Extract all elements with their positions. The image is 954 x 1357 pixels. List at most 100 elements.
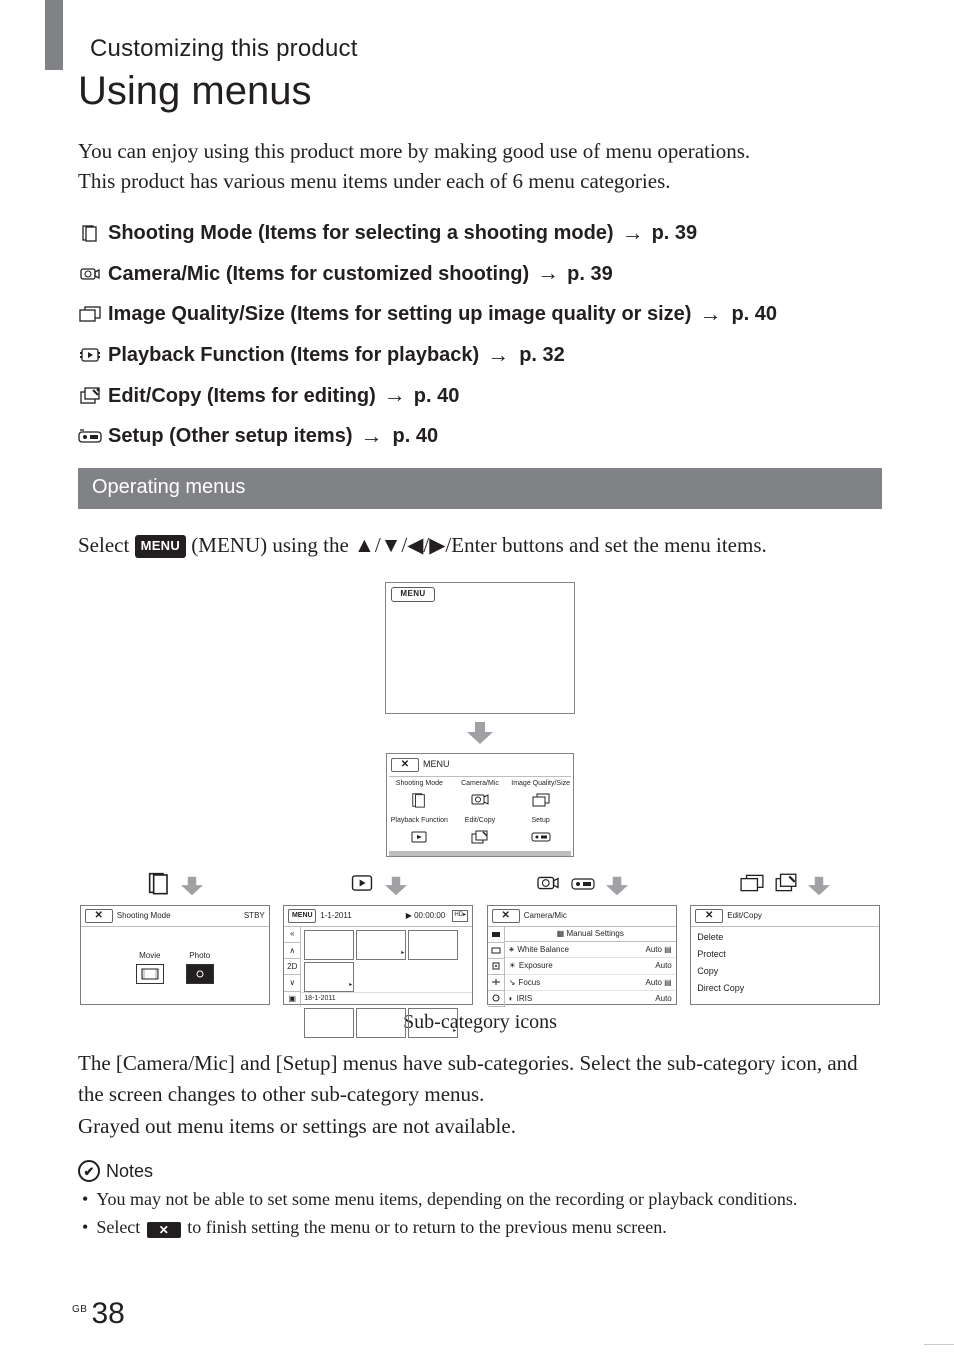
row-icon: 🞻: [509, 945, 515, 955]
notes-list: You may not be able to set some menu ite…: [78, 1186, 882, 1242]
playback-side-buttons: « ∧ 2D ∨ ▣: [284, 927, 301, 1007]
page-number: GB 38: [72, 1299, 125, 1329]
subcat-icon: [488, 975, 504, 991]
note-text: You may not be able to set some menu ite…: [96, 1186, 797, 1214]
note-text-post: to finish setting the menu or to return …: [187, 1217, 666, 1237]
cat-page: p. 39: [652, 220, 698, 246]
down-arrow-icon: [385, 876, 407, 896]
movie-icon: [136, 964, 164, 984]
panel-shooting-mode: ✕Shooting ModeSTBY Movie Photo: [80, 905, 270, 1005]
row-value: Auto ▤: [646, 978, 672, 988]
panel-title: Camera/Mic: [524, 911, 567, 921]
intro-text: You can enjoy using this product more by…: [78, 136, 882, 197]
camera-mic-icon: [78, 264, 102, 284]
row-value: Auto: [655, 961, 671, 971]
cat-setup: Setup (Other setup items) → p. 40: [78, 422, 882, 451]
cell-label: Setup: [531, 817, 549, 825]
edit-copy-icon: [78, 386, 102, 406]
panel-playback: MENU1-1-2011▶ 00:00:00HD▸ « ∧ 2D ∨ ▣ ▸ ▸: [283, 905, 473, 1005]
cat-camera-mic: Camera/Mic (Items for customized shootin…: [78, 259, 882, 288]
row-icon: ◐: [509, 994, 514, 1004]
standby-label: STBY: [244, 911, 265, 921]
row-name: IRIS: [517, 994, 653, 1004]
panel-title: Edit/Copy: [727, 911, 762, 921]
row-icon: ↘: [509, 978, 516, 988]
arrow-icon: →: [360, 422, 382, 451]
note-item: Select ✕ to finish setting the menu or t…: [82, 1214, 882, 1242]
image-quality-icon: [740, 874, 764, 897]
side-btn: ▣: [284, 992, 300, 1007]
cat-image-quality: Image Quality/Size (Items for setting up…: [78, 300, 882, 329]
edit-copy-icon: [774, 873, 798, 898]
thumbnail: ▸: [356, 930, 406, 960]
text-pre: Select: [78, 533, 135, 557]
arrow-icon: →: [537, 259, 559, 288]
date1: 1-1-2011: [320, 911, 351, 921]
menu-grid-screen: ✕ MENU Shooting Mode Camera/Mic Image Qu…: [386, 753, 574, 857]
chapter-title: Customizing this product: [90, 35, 882, 63]
para-1: The [Camera/Mic] and [Setup] menus have …: [78, 1051, 858, 1107]
down-arrow-icon: [606, 876, 628, 896]
setting-row: 🞻White BalanceAuto ▤: [505, 942, 676, 959]
subcat-icon: [488, 991, 504, 1007]
subcategory-icons: [488, 927, 505, 1007]
intro-line-2: This product has various menu items unde…: [78, 169, 671, 193]
close-dark-icon: ✕: [147, 1222, 181, 1238]
cat-page: p. 39: [567, 261, 613, 287]
list-item: Direct Copy: [697, 981, 873, 995]
cat-playback: Playback Function (Items for playback) →…: [78, 341, 882, 370]
setup-icon: [531, 827, 551, 847]
setup-icon: [570, 875, 596, 896]
list-item: Delete: [697, 930, 873, 944]
setting-row: ◐IRISAuto: [505, 991, 676, 1007]
panel-edit-copy: ✕Edit/Copy Delete Protect Copy Direct Co…: [690, 905, 880, 1005]
playback-icon: [410, 827, 428, 847]
thumbnail: ▸: [408, 1008, 458, 1038]
body-paragraph: The [Camera/Mic] and [Setup] menus have …: [78, 1048, 882, 1143]
date2: 18-1-2011: [301, 992, 472, 1005]
cat-page: p. 40: [392, 423, 438, 449]
thumb-icon: ▸: [453, 1026, 456, 1036]
arrow-icon: →: [487, 341, 509, 370]
thumbnail: [408, 930, 458, 960]
list-item: Protect: [697, 947, 873, 961]
photo-icon: [186, 964, 214, 984]
four-panels-row: ✕Shooting ModeSTBY Movie Photo MENU1-1-2…: [78, 871, 882, 1005]
down-arrow-icon: [467, 722, 493, 749]
notes-label: Notes: [106, 1161, 153, 1182]
menu-button-icon: MENU: [135, 535, 186, 558]
row-name: Exposure: [519, 961, 652, 971]
timecode: ▶ 00:00:00: [406, 911, 446, 921]
row-value: Auto: [655, 994, 671, 1004]
setting-row: ↘FocusAuto ▤: [505, 975, 676, 992]
menu-label: MENU: [423, 759, 450, 770]
camera-mic-icon: [471, 790, 489, 810]
cat-edit-copy: Edit/Copy (Items for editing) → p. 40: [78, 381, 882, 410]
cat-label: Playback Function (Items for playback): [108, 342, 479, 368]
down-arrow-icon: [808, 876, 830, 896]
row-name: White Balance: [517, 945, 642, 955]
col-playback: MENU1-1-2011▶ 00:00:00HD▸ « ∧ 2D ∨ ▣ ▸ ▸: [282, 871, 476, 1005]
figure-caption: Sub-category icons: [78, 1011, 882, 1034]
edit-copy-icon: [471, 827, 489, 847]
shooting-mode-icon: [147, 871, 171, 900]
shooting-mode-icon: [78, 223, 102, 243]
subcat-icon: [488, 943, 504, 959]
shooting-mode-icon: [411, 790, 427, 810]
down-arrow-icon: [181, 876, 203, 896]
operating-instruction: Select MENU (MENU) using the ▲/▼/◀/▶/Ent…: [78, 530, 882, 560]
menu-pill: MENU: [391, 587, 435, 602]
cell-label: Playback Function: [391, 817, 448, 825]
image-quality-icon: [78, 304, 102, 324]
movie-label: Movie: [139, 951, 160, 961]
side-btn: ∧: [284, 943, 300, 959]
arrow-icon: →: [622, 219, 644, 248]
side-btn: ∨: [284, 975, 300, 991]
cat-label: Edit/Copy (Items for editing): [108, 383, 376, 409]
text-mid: (MENU) using the: [191, 533, 354, 557]
subcat-header: ▦ Manual Settings: [505, 927, 676, 942]
arrow-icon: →: [384, 381, 406, 410]
thumbnail: [304, 930, 354, 960]
thumb-icon: ▸: [401, 948, 404, 958]
panel-title: Shooting Mode: [117, 911, 171, 921]
